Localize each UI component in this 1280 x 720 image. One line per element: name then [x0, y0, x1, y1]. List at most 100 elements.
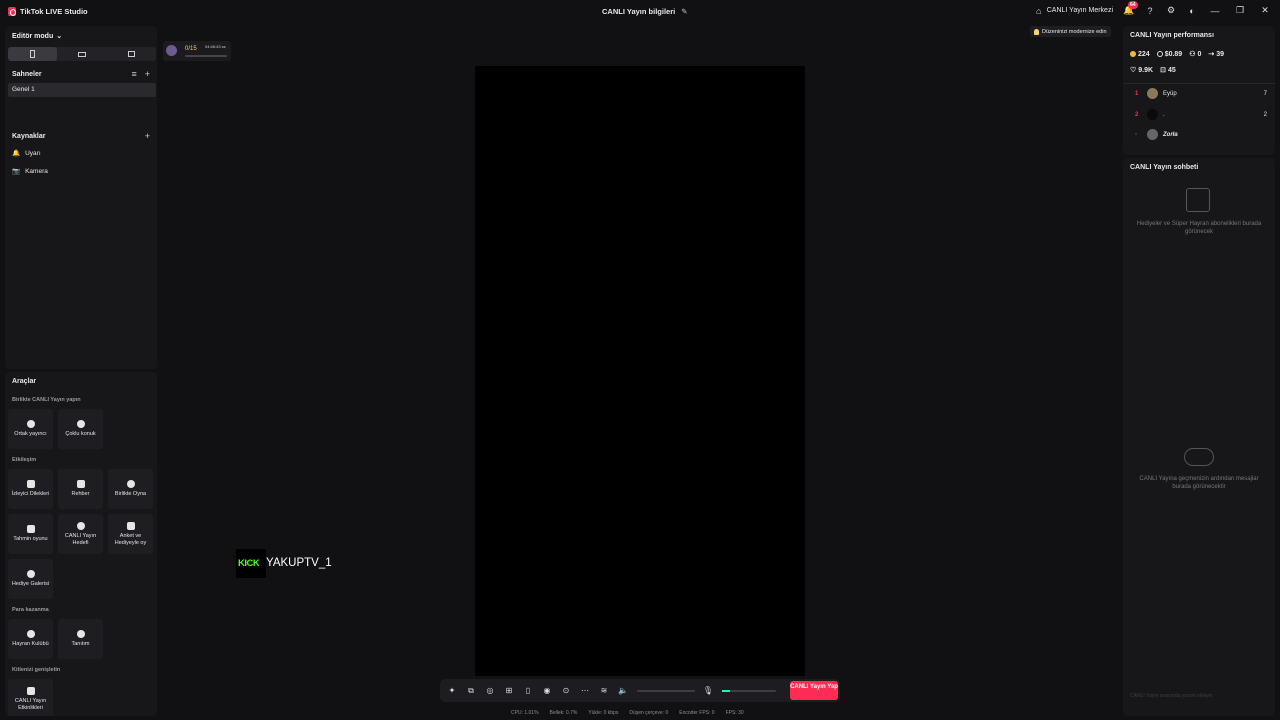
- camera-icon: 📷: [12, 168, 21, 175]
- status-bar: CPU: 1.01% Bellek: 0.7% Yükle: 0 kbps Dü…: [511, 710, 744, 716]
- guests-icon: [76, 420, 85, 429]
- tool-fan-club[interactable]: Hayran Kulübü: [8, 619, 53, 659]
- sources-title: Kaynaklar: [12, 133, 46, 140]
- chat-input[interactable]: CANLI Yayın sırasında yorum ekleyin: [1130, 693, 1213, 699]
- rank-score: 7: [1263, 90, 1267, 97]
- speaker-icon[interactable]: 🔈: [618, 686, 628, 696]
- tool-live-goal[interactable]: CANLI Yayın Hedefi: [58, 514, 103, 554]
- coin-icon: [1156, 51, 1163, 57]
- gift-box-icon: [1186, 188, 1210, 212]
- goal-progress-bar: [185, 55, 227, 57]
- user-add-icon: ⚇: [1189, 51, 1196, 58]
- ranking-row[interactable]: 1 Eyüp 7: [1135, 88, 1267, 99]
- audio-settings-icon[interactable]: ≋: [599, 686, 609, 696]
- source-label: Uyarı: [25, 149, 41, 157]
- minimize-icon[interactable]: —: [1208, 6, 1222, 16]
- rank-score: 2: [1263, 111, 1267, 118]
- tool-label: Tahmin oyunu: [13, 536, 48, 543]
- kick-channel-name: YAKUPTV_1: [266, 557, 332, 569]
- tool-gift-gallery[interactable]: Hediye Galerisi: [8, 559, 53, 599]
- tool-label: Hayran Kulübü: [12, 641, 49, 648]
- scene-item[interactable]: Genel 1: [8, 83, 156, 97]
- magic-wand-icon[interactable]: ✦: [447, 686, 457, 696]
- edit-icon: ✎: [681, 7, 688, 16]
- source-item-alert[interactable]: 🔔 Uyarı: [12, 149, 41, 158]
- followers-stat: ⚇ 0: [1189, 50, 1201, 59]
- phone-icon[interactable]: ▯: [523, 686, 533, 696]
- landscape-orientation-button[interactable]: [57, 47, 106, 61]
- live-center-button[interactable]: ⌂ CANLI Yayın Merkezi: [1034, 6, 1113, 16]
- tool-live-events[interactable]: CANLI Yayın Etkinlikleri: [8, 679, 53, 716]
- dual-orientation-icon: [127, 51, 135, 57]
- more-icon[interactable]: ⋯: [580, 686, 590, 696]
- title-bar: TikTok LIVE Studio CANLI Yayın bilgileri…: [0, 0, 1280, 24]
- rank-number: -: [1135, 131, 1137, 138]
- target-icon: [76, 522, 85, 531]
- profile-avatar-icon[interactable]: ◐: [1187, 6, 1197, 16]
- restore-icon[interactable]: ❐: [1233, 5, 1247, 16]
- record-icon[interactable]: ◉: [542, 686, 552, 696]
- upload-status: Yükle: 0 kbps: [588, 710, 619, 716]
- diamonds-stat: 224: [1130, 50, 1150, 58]
- tiktok-logo-icon: [8, 7, 16, 16]
- scene-list-icon[interactable]: ≡: [131, 69, 136, 79]
- avatar: [1147, 109, 1158, 120]
- help-icon[interactable]: ?: [1145, 6, 1155, 16]
- effects-icon[interactable]: ⧉: [466, 686, 476, 696]
- tool-poll[interactable]: Anket ve Hediyeyle oy: [108, 514, 153, 554]
- hint-label: Düzeninizi modernize edin: [1042, 28, 1107, 35]
- portrait-icon: [30, 50, 36, 58]
- mic-volume-slider[interactable]: [722, 689, 776, 692]
- tool-label: Çoklu konuk: [65, 431, 96, 438]
- tool-guide[interactable]: Rehber: [58, 469, 103, 509]
- ranking-row[interactable]: 2 . 2: [1135, 109, 1267, 120]
- notification-bell-icon[interactable]: 🔔 64: [1123, 0, 1138, 16]
- tool-label: Tanıtım: [71, 641, 90, 648]
- tool-multi-guest[interactable]: Çoklu konuk: [58, 409, 103, 449]
- gift-gallery-icon: [26, 570, 35, 579]
- goal-avatar: [166, 45, 177, 56]
- settings-gear-icon[interactable]: ⚙: [1166, 5, 1176, 16]
- editor-mode-dropdown[interactable]: Editör modu ⌄: [12, 32, 63, 41]
- replay-icon[interactable]: ⊙: [561, 686, 571, 696]
- group-monetize: Para kazanma: [12, 607, 49, 613]
- add-source-icon[interactable]: +: [145, 131, 150, 141]
- modernize-layout-hint[interactable]: Düzeninizi modernize edin: [1030, 26, 1111, 37]
- tool-play-together[interactable]: Birlikte Oyna: [108, 469, 153, 509]
- orientation-switcher: [8, 47, 156, 61]
- live-goal-widget[interactable]: 0/15 04:46:43 ss: [163, 41, 231, 61]
- close-icon[interactable]: ✕: [1258, 5, 1272, 16]
- earnings-value: $0.89: [1164, 50, 1183, 58]
- heart-icon: [26, 630, 35, 639]
- lightbulb-icon: [1034, 28, 1039, 35]
- rank-name: .: [1163, 111, 1165, 118]
- tool-viewer-requests[interactable]: İzleyici Dilekleri: [8, 469, 53, 509]
- tools-title: Araçlar: [12, 378, 37, 385]
- chevron-down-icon: ⌄: [56, 33, 63, 40]
- preview-canvas[interactable]: [475, 66, 805, 676]
- microphone-icon[interactable]: 🎙: [703, 686, 713, 696]
- tool-label: Hediye Galerisi: [11, 581, 50, 588]
- beauty-icon[interactable]: ◎: [485, 686, 495, 696]
- tool-prediction[interactable]: Tahmin oyunu: [8, 514, 53, 554]
- ranking-row[interactable]: - Zorła: [1135, 129, 1267, 140]
- kick-logo-text: KICK: [238, 558, 260, 569]
- gifters-value: 45: [1167, 66, 1176, 74]
- add-media-icon[interactable]: ⊞: [504, 686, 514, 696]
- stream-info-label: CANLI Yayın bilgileri: [602, 7, 676, 16]
- source-item-camera[interactable]: 📷 Kamera: [12, 167, 48, 176]
- avatar: [1147, 129, 1158, 140]
- diamond-icon: [1130, 51, 1136, 57]
- mic-level-fill: [722, 689, 730, 692]
- dual-orientation-button[interactable]: [107, 47, 156, 61]
- messages-empty-text: CANLI Yayına geçmenizin ardından mesajla…: [1139, 476, 1259, 490]
- stream-info-button[interactable]: CANLI Yayın bilgileri ✎: [602, 7, 688, 16]
- go-live-button[interactable]: CANLI Yayın Yap: [790, 681, 838, 700]
- player-icon: [126, 480, 135, 489]
- diamonds-value: 224: [1138, 50, 1150, 58]
- portrait-orientation-button[interactable]: [8, 47, 58, 61]
- speaker-volume-slider[interactable]: [637, 689, 695, 692]
- tool-co-host[interactable]: Ortak yayıncı: [8, 409, 53, 449]
- tool-promote[interactable]: Tanıtım: [58, 619, 103, 659]
- add-scene-icon[interactable]: +: [145, 69, 150, 79]
